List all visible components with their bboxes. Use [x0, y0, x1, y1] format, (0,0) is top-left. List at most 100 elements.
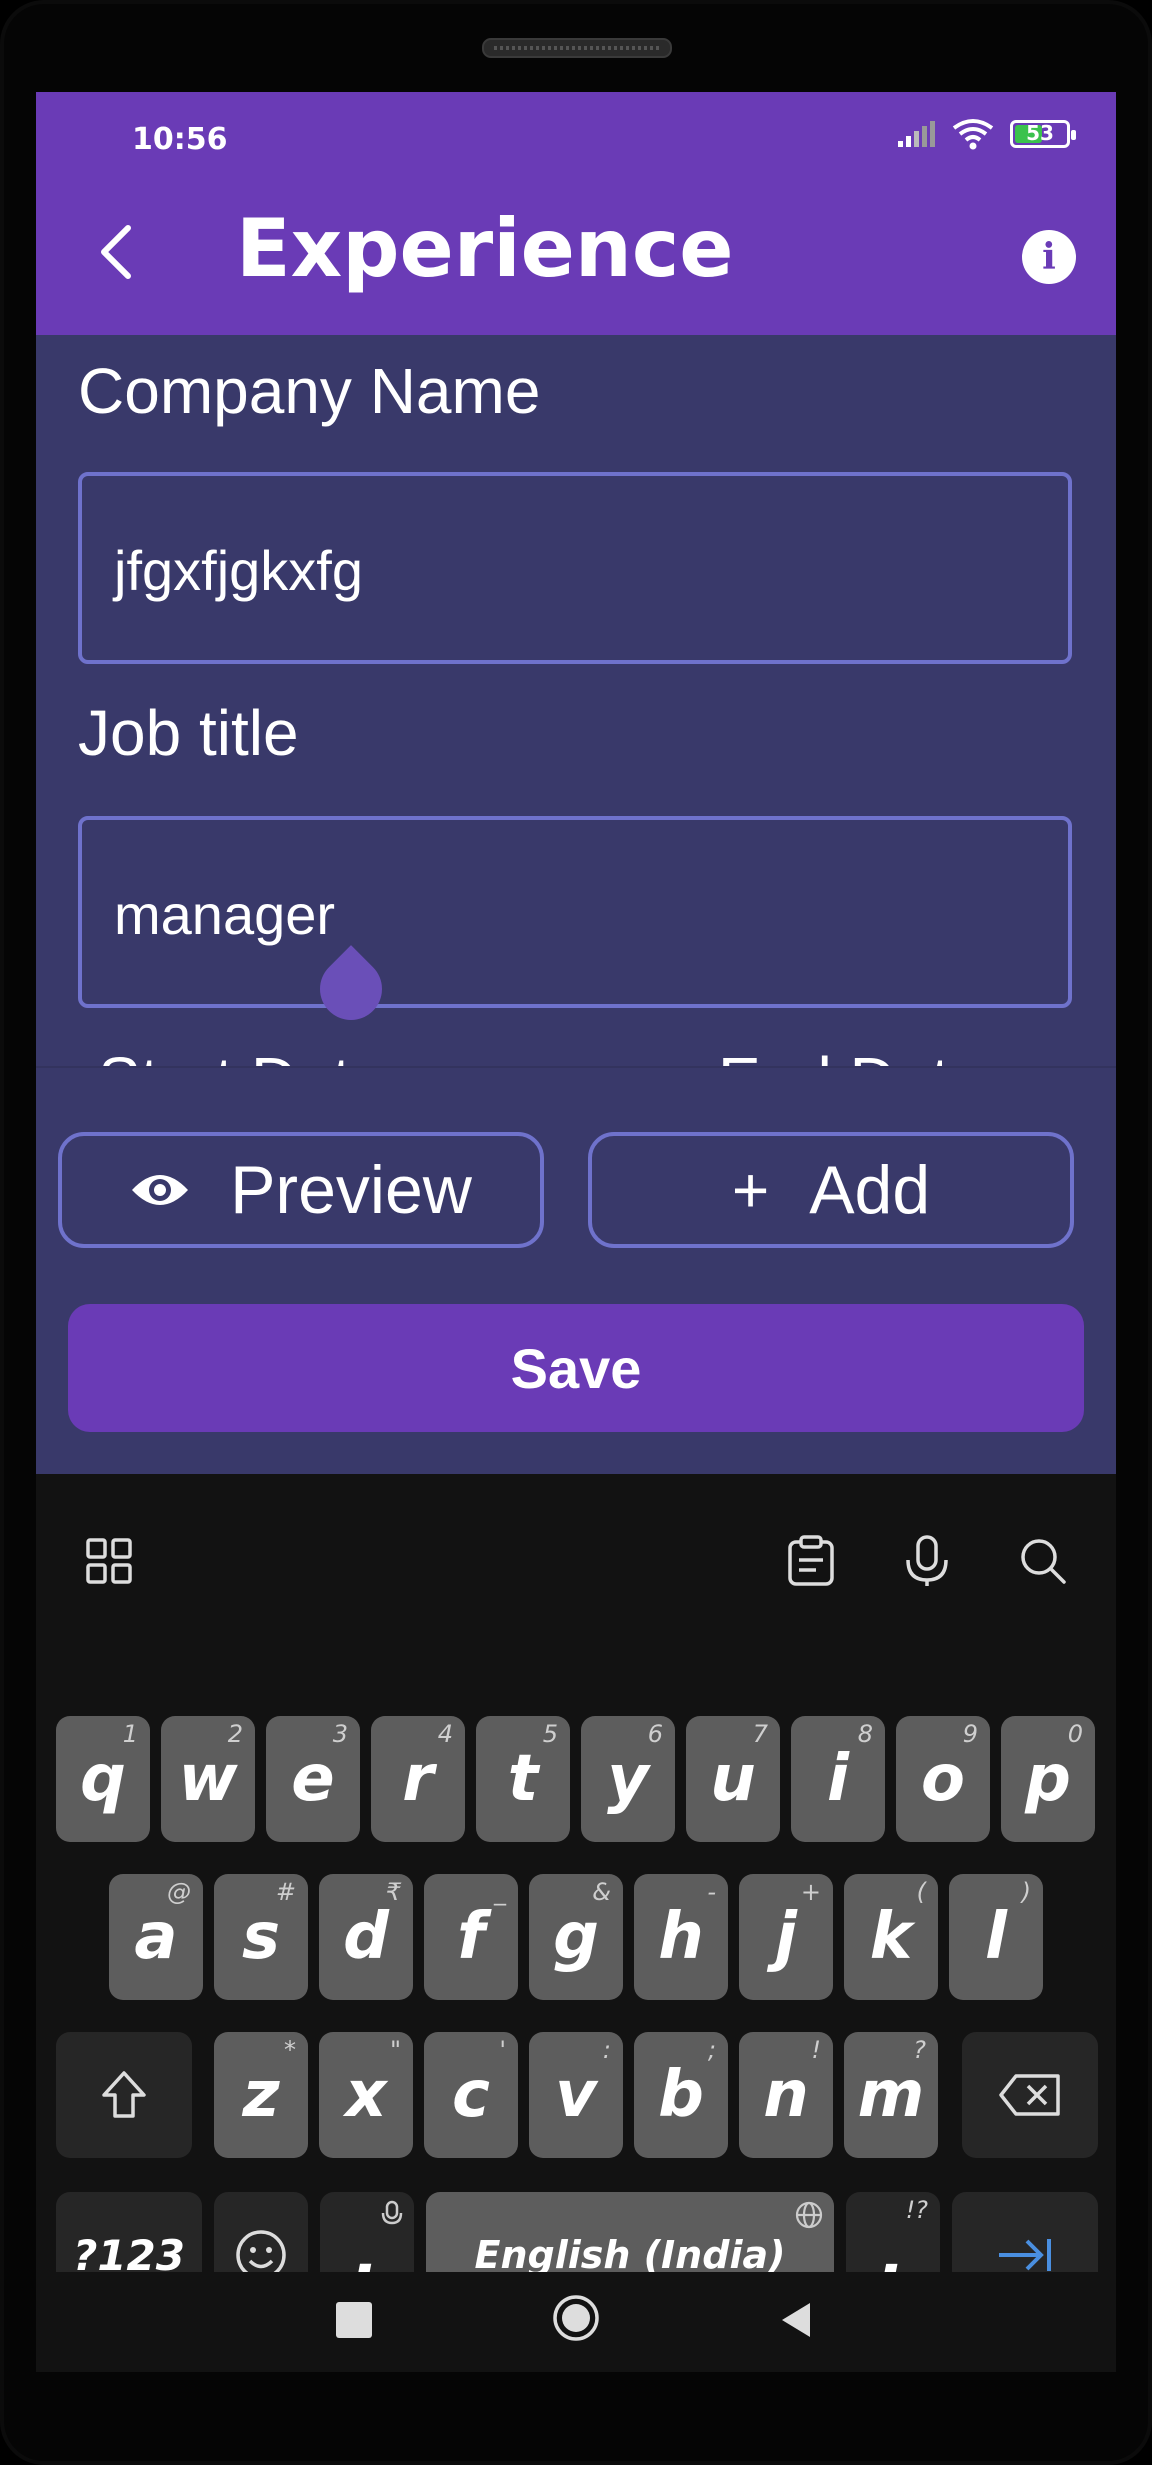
key-label: l — [985, 1900, 1007, 1974]
key-hint: ( — [916, 1878, 926, 1906]
key-label: f — [457, 1900, 485, 1974]
key-hint: + — [800, 1878, 821, 1906]
key-hint: - — [707, 1878, 716, 1906]
shift-key[interactable] — [56, 2032, 192, 2158]
key-hint: _ — [494, 1878, 506, 1906]
period-key-sup: !? — [905, 2196, 928, 2224]
key-i[interactable]: i8 — [791, 1716, 885, 1842]
key-u[interactable]: u7 — [686, 1716, 780, 1842]
key-j[interactable]: j + — [739, 1874, 833, 2000]
key-f[interactable]: f _ — [424, 1874, 518, 2000]
company-name-label: Company Name — [78, 355, 541, 427]
eye-icon — [132, 1175, 189, 1205]
key-label: s — [241, 1900, 281, 1974]
status-time: 10:56 — [132, 122, 228, 157]
key-label: d — [343, 1900, 389, 1974]
info-button[interactable]: i — [1022, 230, 1076, 284]
key-l[interactable]: l) — [949, 1874, 1043, 2000]
keyboard-voice-button[interactable] — [900, 1534, 954, 1588]
battery-percent: 53 — [1026, 121, 1054, 145]
key-hint: & — [592, 1878, 611, 1906]
tab-next-icon — [999, 2239, 1051, 2271]
signal-icon — [898, 121, 935, 147]
back-button[interactable] — [86, 222, 146, 282]
add-button[interactable]: + Add — [588, 1132, 1074, 1248]
key-hint: 9 — [962, 1720, 978, 1748]
key-label: x — [345, 2058, 387, 2132]
key-c[interactable]: c ' — [424, 2032, 518, 2158]
mic-small-icon — [381, 2200, 403, 2225]
key-hint: 2 — [227, 1720, 243, 1748]
key-hint: " — [389, 2036, 401, 2064]
key-o[interactable]: o9 — [896, 1716, 990, 1842]
key-r[interactable]: r4 — [371, 1716, 465, 1842]
key-a[interactable]: a @ — [109, 1874, 203, 2000]
key-hint: 4 — [437, 1720, 453, 1748]
key-h[interactable]: h- — [634, 1874, 728, 2000]
key-hint: * — [284, 2036, 296, 2064]
keyboard-search-button[interactable] — [1016, 1534, 1070, 1588]
keyboard-clipboard-button[interactable] — [784, 1534, 838, 1588]
key-label: a — [134, 1900, 178, 1974]
key-x[interactable]: x " — [319, 2032, 413, 2158]
key-g[interactable]: g & — [529, 1874, 623, 2000]
key-t[interactable]: t5 — [476, 1716, 570, 1842]
key-q[interactable]: q1 — [56, 1716, 150, 1842]
key-e[interactable]: e3 — [266, 1716, 360, 1842]
key-label: n — [763, 2058, 809, 2132]
key-m[interactable]: m? — [844, 2032, 938, 2158]
backspace-key[interactable] — [962, 2032, 1098, 2158]
key-label: q — [80, 1742, 126, 1816]
triangle-back-icon — [782, 2303, 810, 2337]
company-name-field[interactable]: jfgxfjgkxfg — [78, 472, 1072, 664]
save-button[interactable]: Save — [68, 1304, 1084, 1432]
key-hint: ₹ — [385, 1878, 401, 1906]
key-label: p — [1025, 1742, 1071, 1816]
scroll-divider — [36, 1066, 1116, 1068]
key-hint: ' — [499, 2036, 506, 2064]
key-hint: : — [602, 2036, 611, 2064]
globe-icon — [795, 2201, 823, 2229]
key-label: w — [178, 1742, 238, 1816]
space-bar-label: English (India) — [474, 2233, 786, 2277]
key-hint: 1 — [122, 1720, 138, 1748]
soft-keyboard: q 1 w 2 e 3 r 4 t 5 y 6 u 7 i 8 o 9 p 0 a @ s # d ₹ f _ g & h - j + k(l) z *… — [36, 1474, 1116, 2372]
preview-button[interactable]: Preview — [58, 1132, 544, 1248]
key-y[interactable]: y6 — [581, 1716, 675, 1842]
key-s[interactable]: s # — [214, 1874, 308, 2000]
key-b[interactable]: b; — [634, 2032, 728, 2158]
add-label: Add — [809, 1152, 931, 1228]
search-icon — [1021, 1539, 1066, 1584]
start-date-label: Start Date — [98, 1052, 386, 1066]
company-name-value: jfgxfjgkxfg — [114, 539, 363, 602]
keyboard-apps-button[interactable] — [82, 1534, 136, 1588]
key-p[interactable]: p0 — [1001, 1716, 1095, 1842]
key-label: o — [921, 1742, 965, 1816]
key-label: h — [658, 1900, 704, 1974]
key-n[interactable]: n! — [739, 2032, 833, 2158]
recents-button[interactable] — [336, 2302, 372, 2338]
earpiece-speaker — [482, 38, 672, 58]
key-z[interactable]: z * — [214, 2032, 308, 2158]
job-title-value: manager — [114, 883, 336, 946]
home-circle-icon — [553, 2295, 599, 2341]
key-label: v — [555, 2058, 597, 2132]
key-k[interactable]: k( — [844, 1874, 938, 2000]
app-bar: 10:56 53 Experience i — [36, 92, 1116, 335]
job-title-field[interactable]: manager — [78, 816, 1072, 1008]
grid-icon — [86, 1538, 132, 1584]
key-hint: 3 — [332, 1720, 348, 1748]
key-label: e — [291, 1742, 335, 1816]
key-w[interactable]: w2 — [161, 1716, 255, 1842]
key-v[interactable]: v: — [529, 2032, 623, 2158]
key-label: m — [857, 2058, 925, 2132]
back-nav-button[interactable] — [776, 2300, 816, 2340]
key-label: b — [658, 2058, 704, 2132]
job-title-label: Job title — [78, 697, 299, 769]
home-button[interactable] — [552, 2294, 600, 2342]
key-label: t — [507, 1742, 539, 1816]
page-title: Experience — [236, 202, 734, 295]
key-d[interactable]: d ₹ — [319, 1874, 413, 2000]
wifi-icon — [952, 119, 994, 150]
key-label: g — [553, 1900, 599, 1974]
